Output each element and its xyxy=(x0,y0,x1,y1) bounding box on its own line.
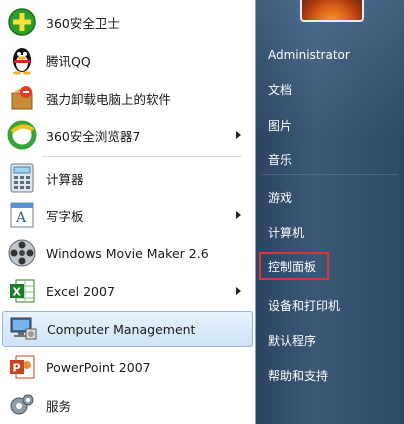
360-browser-icon xyxy=(6,119,38,151)
submenu-arrow-icon[interactable] xyxy=(236,131,241,139)
program-label: 360安全浏览器7 xyxy=(46,128,141,144)
right-item-games[interactable]: 游戏 xyxy=(268,185,292,209)
separator xyxy=(42,156,242,157)
program-item-movie-maker[interactable]: Windows Movie Maker 2.6 xyxy=(2,236,253,270)
qq-penguin-icon xyxy=(6,44,38,76)
program-item-qq[interactable]: 腾讯QQ xyxy=(2,43,253,77)
programs-panel: 360安全卫士 腾讯QQ 强力卸载电脑上的软件 360安全浏览器7 计算器 A … xyxy=(0,0,256,424)
program-label: 强力卸载电脑上的软件 xyxy=(46,91,172,107)
program-label: Excel 2007 xyxy=(46,283,115,299)
control-panel-highlight-box xyxy=(259,252,329,280)
powerpoint-icon: P xyxy=(6,351,38,383)
svg-text:A: A xyxy=(15,210,27,226)
program-item-uninstaller[interactable]: 强力卸载电脑上的软件 xyxy=(2,81,253,115)
uninstall-box-icon xyxy=(6,82,38,114)
excel-icon: X xyxy=(6,275,38,307)
svg-text:P: P xyxy=(13,362,21,375)
submenu-arrow-icon[interactable] xyxy=(236,211,241,219)
right-item-music[interactable]: 音乐 xyxy=(268,147,292,171)
right-item-administrator[interactable]: Administrator xyxy=(268,43,350,67)
separator xyxy=(262,174,398,175)
program-label: Computer Management xyxy=(47,321,196,337)
program-item-calculator[interactable]: 计算器 xyxy=(2,161,253,195)
wordpad-icon: A xyxy=(6,199,38,231)
right-item-default-programs[interactable]: 默认程序 xyxy=(268,328,316,352)
program-label: 写字板 xyxy=(46,208,84,224)
right-item-pictures[interactable]: 图片 xyxy=(268,113,292,137)
program-item-wordpad[interactable]: A 写字板 xyxy=(2,198,253,232)
program-item-powerpoint[interactable]: P PowerPoint 2007 xyxy=(2,350,253,384)
right-item-computer[interactable]: 计算机 xyxy=(268,220,304,244)
user-avatar[interactable] xyxy=(300,0,364,22)
program-label: 360安全卫士 xyxy=(46,15,120,31)
program-label: Windows Movie Maker 2.6 xyxy=(46,245,209,261)
program-item-computer-management[interactable]: Computer Management xyxy=(2,311,253,347)
program-label: PowerPoint 2007 xyxy=(46,359,151,375)
program-item-360-safe[interactable]: 360安全卫士 xyxy=(2,5,253,39)
computer-management-icon xyxy=(7,313,39,345)
right-item-documents[interactable]: 文档 xyxy=(268,77,292,101)
calculator-icon xyxy=(6,162,38,194)
svg-text:X: X xyxy=(13,286,22,299)
360-safe-icon xyxy=(6,6,38,38)
services-gear-icon xyxy=(6,389,38,421)
right-item-help-support[interactable]: 帮助和支持 xyxy=(268,363,328,387)
program-label: 服务 xyxy=(46,398,72,414)
program-item-360-browser[interactable]: 360安全浏览器7 xyxy=(2,118,253,152)
right-item-devices-printers[interactable]: 设备和打印机 xyxy=(268,293,340,317)
submenu-arrow-icon[interactable] xyxy=(236,287,241,295)
program-item-services[interactable]: 服务 xyxy=(2,388,253,422)
program-item-excel[interactable]: X Excel 2007 xyxy=(2,274,253,308)
film-reel-icon xyxy=(6,237,38,269)
program-label: 腾讯QQ xyxy=(46,53,91,69)
program-label: 计算器 xyxy=(46,171,84,187)
